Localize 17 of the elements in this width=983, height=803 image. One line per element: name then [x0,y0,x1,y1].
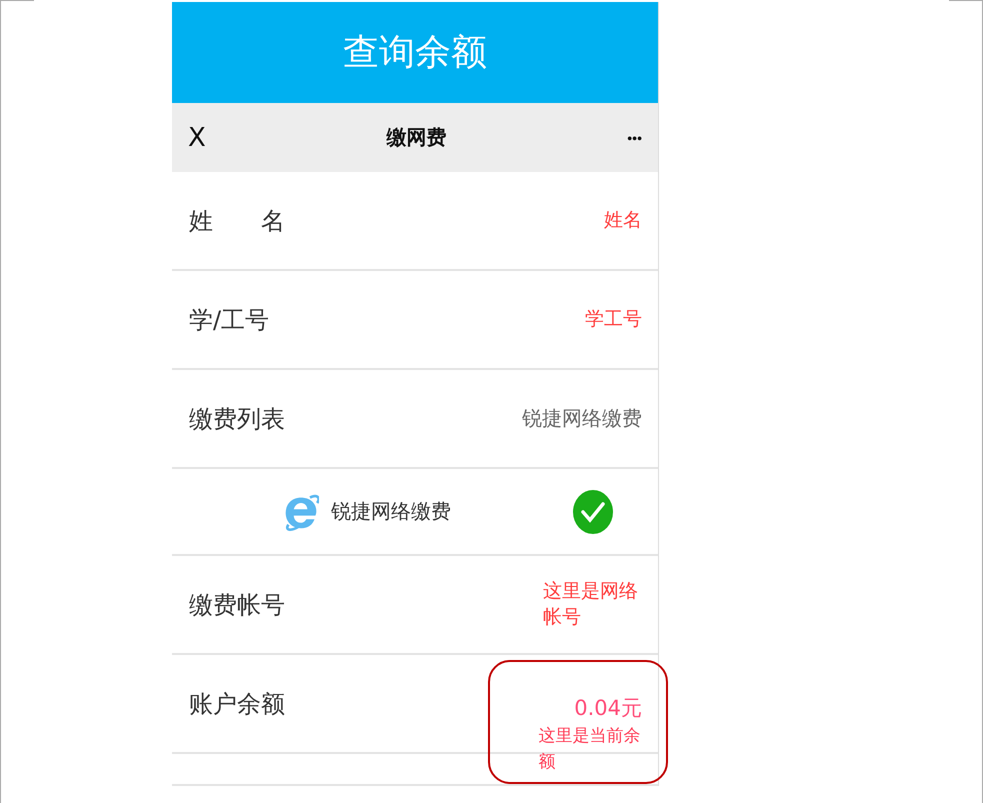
nav-title: 缴网费 [386,124,447,151]
field-value: 这里是网络帐号 [543,578,640,630]
check-icon[interactable] [573,490,613,534]
option-name: 锐捷网络缴费 [331,498,451,525]
annotation-text: 这里是当前余额 [538,725,642,774]
field-label: 账户余额 [189,688,285,720]
field-label: 姓 名 [189,206,285,236]
page-title: 查询余额 [343,31,487,75]
field-label: 缴费帐号 [189,590,285,620]
balance-value: 0.04元 [574,695,642,722]
field-value: 锐捷网络缴费 [522,405,642,432]
close-button[interactable]: X [188,122,206,152]
field-label: 缴费列表 [189,404,285,434]
field-value: 学工号 [585,306,642,332]
more-button[interactable]: ••• [627,130,642,146]
field-label: 学/工号 [189,304,270,336]
field-value: 姓名 [604,208,642,233]
